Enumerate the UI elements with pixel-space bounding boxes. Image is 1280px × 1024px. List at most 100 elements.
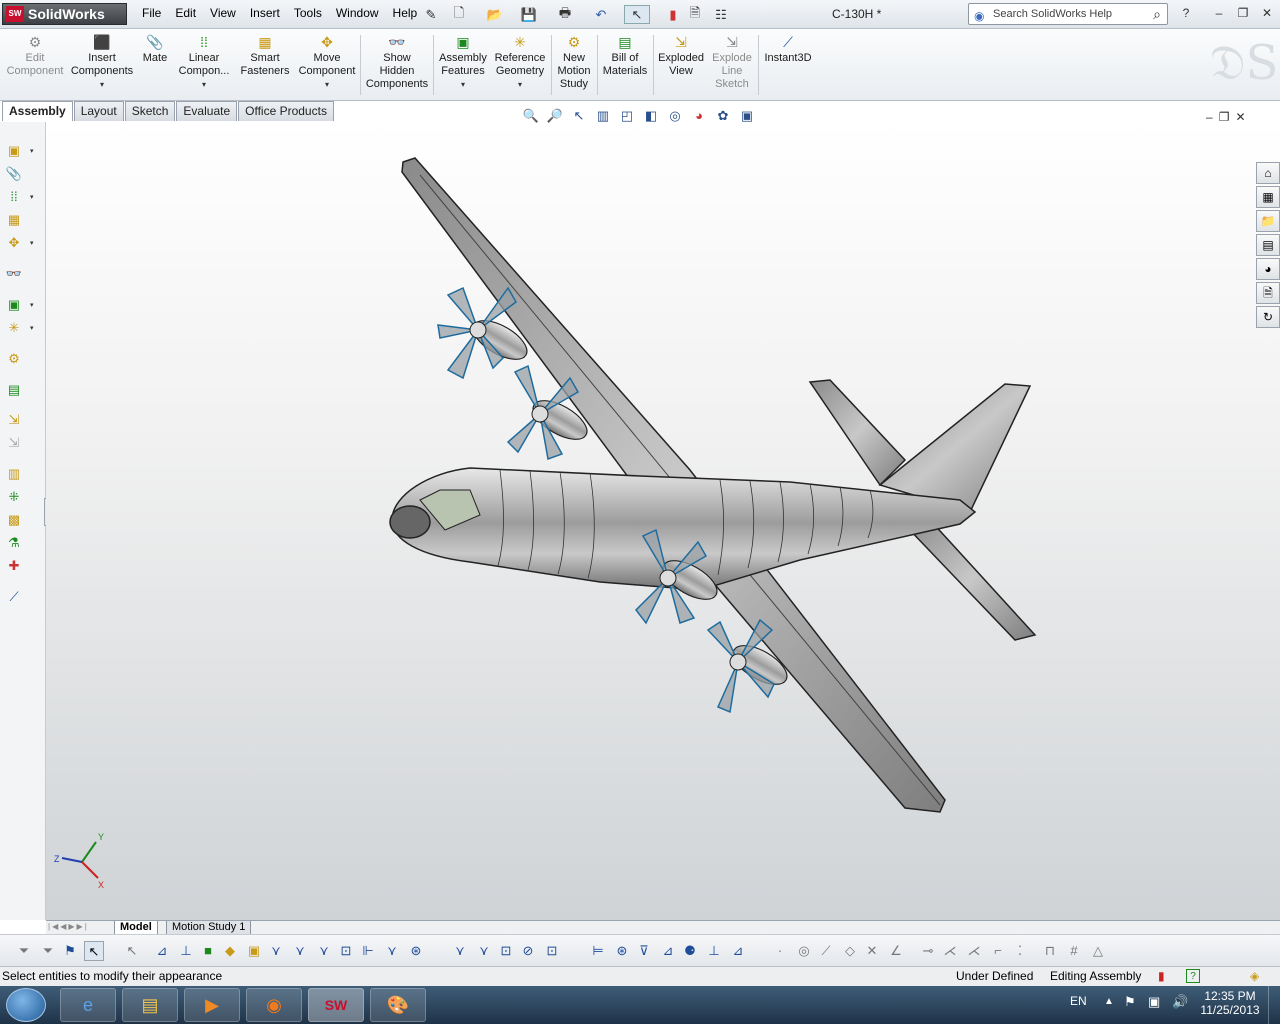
filter-centers-icon[interactable]: ⊿	[658, 941, 678, 961]
menu-view[interactable]: View	[203, 6, 243, 20]
minimize-icon[interactable]: –	[1206, 110, 1213, 124]
sketch-polygon-icon[interactable]: ◇	[840, 941, 860, 961]
filter-balloons-icon[interactable]: ⊛	[406, 941, 426, 961]
linear-pattern-icon[interactable]: ⁞⁞	[5, 188, 23, 206]
recovery-icon[interactable]: ↻	[1256, 306, 1280, 328]
chevron-down-icon[interactable]: ▾	[30, 147, 34, 155]
sketch-grid-icon[interactable]: #	[1064, 941, 1084, 961]
restore-icon[interactable]: ❐	[1219, 110, 1230, 124]
section-view-icon[interactable]: ▥	[592, 108, 614, 128]
close-icon[interactable]: ✕	[1235, 110, 1245, 124]
solidworks-taskbar-icon[interactable]: SW	[308, 988, 364, 1022]
display-style-icon[interactable]: ◧	[640, 108, 662, 128]
chevron-down-icon[interactable]: ▾	[296, 78, 358, 91]
filter-vertices-icon[interactable]: ⊿	[152, 941, 172, 961]
graphics-area[interactable]: Y X Z	[46, 122, 1280, 920]
minimize-icon[interactable]: –	[1208, 6, 1230, 22]
view-settings-icon[interactable]: ▣	[736, 108, 758, 128]
sketch-fillet-icon[interactable]: ⊸	[918, 941, 938, 961]
apply-scene-icon[interactable]: ✿	[712, 108, 734, 128]
filter-icon[interactable]: ⏷	[14, 941, 34, 961]
filter-datum-icon[interactable]: ⊡	[496, 941, 516, 961]
filter-notes-icon[interactable]: ⋎	[382, 941, 402, 961]
show-desktop-button[interactable]	[1268, 986, 1280, 1024]
firefox-icon[interactable]: ◉	[246, 988, 302, 1022]
chevron-down-icon[interactable]: ▾	[70, 78, 134, 91]
sketch-triangle-icon[interactable]: △	[1088, 941, 1108, 961]
sketch-offset-icon[interactable]: ⋌	[964, 941, 984, 961]
chevron-down-icon[interactable]: ▾	[175, 78, 233, 91]
close-icon[interactable]: ✕	[1256, 6, 1278, 22]
move-component-button[interactable]: ✥ Move Component ▾	[296, 32, 358, 91]
exploded-view-icon[interactable]: ⇲	[5, 411, 23, 429]
previous-view-icon[interactable]: ↖	[568, 108, 590, 128]
filter-dims-icon[interactable]: ⊩	[358, 941, 378, 961]
filter-toggle-icon[interactable]: ⏷	[38, 941, 58, 961]
file-explorer-icon[interactable]: 📁	[1256, 210, 1280, 232]
menu-edit[interactable]: Edit	[168, 6, 203, 20]
sketch-trim-icon[interactable]: ⋌	[940, 941, 960, 961]
reference-geometry-icon[interactable]: ✳	[5, 319, 23, 337]
mate-icon[interactable]: 📎	[5, 165, 23, 183]
menu-file[interactable]: File	[135, 6, 168, 20]
filter-midpoints-icon[interactable]: ⊽	[634, 941, 654, 961]
bom-icon[interactable]: ▤	[5, 381, 23, 399]
zoom-to-fit-icon[interactable]: 🔍	[520, 108, 542, 128]
explode-line-icon[interactable]: ⇲	[5, 434, 23, 452]
filter-sketch-icon[interactable]: ⊥	[704, 941, 724, 961]
tab-model[interactable]: Model	[114, 921, 158, 935]
tray-arrow-icon[interactable]: ▲	[1104, 996, 1114, 1007]
chevron-down-icon[interactable]: ▾	[436, 78, 490, 91]
view-palette-icon[interactable]: ▤	[1256, 234, 1280, 256]
volume-icon[interactable]: 🔊	[1172, 994, 1188, 1010]
filter-points-icon[interactable]: ⋎	[314, 941, 334, 961]
filter-mates-icon[interactable]: ⚈	[680, 941, 700, 961]
filter-axes-icon[interactable]: ⋎	[266, 941, 286, 961]
filter-weld-icon[interactable]: ⋎	[450, 941, 470, 961]
custom-properties-icon[interactable]: 🗎	[1256, 282, 1280, 304]
show-hidden-icon[interactable]: 👓	[5, 265, 23, 283]
smart-fasteners-icon[interactable]: ▦	[5, 211, 23, 229]
rebuild-status-icon[interactable]: ▮	[1158, 967, 1165, 986]
move-component-icon[interactable]: ✥	[5, 234, 23, 252]
filter-surface-finish-icon[interactable]: ⊘	[518, 941, 538, 961]
file-explorer-icon[interactable]: ▤	[122, 988, 178, 1022]
view-orientation-icon[interactable]: ◰	[616, 108, 638, 128]
media-player-icon[interactable]: ▶	[184, 988, 240, 1022]
interference-icon[interactable]: ▥	[5, 465, 23, 483]
network-icon[interactable]: ▣	[1148, 994, 1160, 1010]
menu-window[interactable]: Window	[329, 6, 386, 20]
mate-button[interactable]: 📎 Mate	[137, 32, 173, 65]
action-center-icon[interactable]: ⚑	[1124, 994, 1136, 1010]
menu-tools[interactable]: Tools	[287, 6, 329, 20]
exploded-view-button[interactable]: ⇲ Exploded View	[656, 32, 706, 78]
bill-of-materials-button[interactable]: ▤ Bill of Materials	[600, 32, 650, 78]
select-icon[interactable]: ↖	[624, 5, 650, 24]
sketch-point-icon[interactable]: ·	[770, 941, 790, 961]
sketch-line-icon[interactable]: ⟋	[816, 941, 836, 961]
sketch-corner-icon[interactable]: ⌐	[988, 941, 1008, 961]
sketch-cross-icon[interactable]: ✕	[862, 941, 882, 961]
insert-component-icon[interactable]: ▣	[5, 142, 23, 160]
filter-loops-icon[interactable]: ⊛	[612, 941, 632, 961]
explode-line-sketch-button[interactable]: ⇲ Explode Line Sketch	[709, 32, 755, 91]
assembly-features-icon[interactable]: ▣	[5, 296, 23, 314]
solidworks-logo[interactable]: SW SolidWorks	[2, 3, 127, 25]
menu-insert[interactable]: Insert	[243, 6, 287, 20]
new-document-icon[interactable]: 🗋	[446, 5, 472, 24]
filter-cosmetic-icon[interactable]: ⊨	[588, 941, 608, 961]
tab-sketch[interactable]: Sketch	[124, 101, 176, 121]
hide-show-items-icon[interactable]: ◎	[664, 108, 686, 128]
tab-evaluate[interactable]: Evaluate	[176, 101, 238, 121]
tray-clock[interactable]: 12:35 PM 11/25/2013	[1198, 989, 1262, 1017]
help-icon[interactable]: ?	[1175, 6, 1197, 22]
filter-block-icon[interactable]: ⊡	[542, 941, 562, 961]
chevron-down-icon[interactable]: ▾	[492, 78, 548, 91]
restore-icon[interactable]: ❐	[1232, 6, 1254, 22]
undo-icon[interactable]: ↶	[588, 5, 614, 24]
new-motion-study-button[interactable]: ⚙ New Motion Study	[554, 32, 594, 91]
filter-gtol-icon[interactable]: ⋎	[474, 941, 494, 961]
internet-explorer-icon[interactable]: e	[60, 988, 116, 1022]
insert-components-button[interactable]: ⬛ Insert Components ▾	[70, 32, 134, 91]
filter-faces-icon[interactable]: ■	[198, 941, 218, 961]
